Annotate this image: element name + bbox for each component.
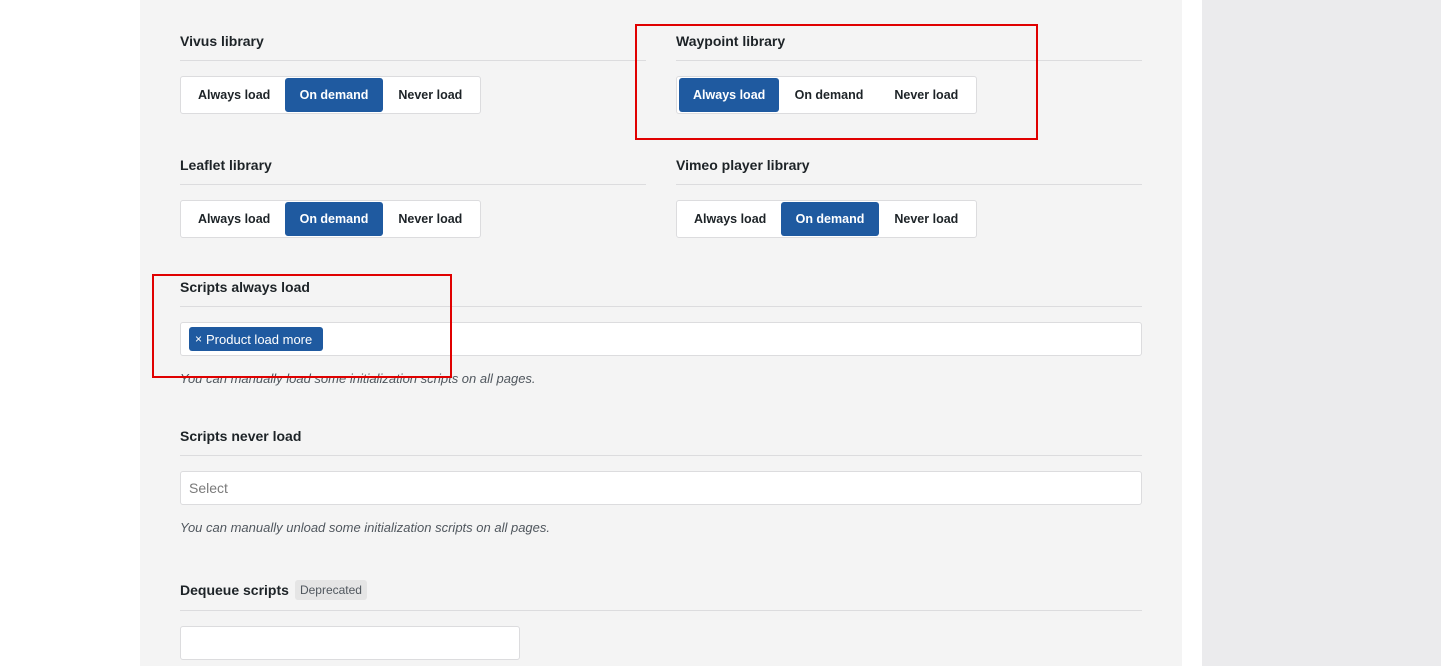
dequeue-scripts-title: Dequeue scripts Deprecated bbox=[180, 580, 367, 600]
leaflet-on-demand-button[interactable]: On demand bbox=[285, 202, 383, 236]
right-sidebar bbox=[1202, 0, 1441, 666]
waypoint-divider bbox=[676, 60, 1142, 61]
select-placeholder: Select bbox=[189, 480, 228, 496]
vivus-never-load-button[interactable]: Never load bbox=[383, 78, 478, 112]
dequeue-divider bbox=[180, 610, 1142, 611]
scripts-never-load-select[interactable]: Select bbox=[180, 471, 1142, 505]
scripts-never-load-title: Scripts never load bbox=[180, 428, 302, 444]
waypoint-always-load-button[interactable]: Always load bbox=[679, 78, 780, 112]
vivus-library-title: Vivus library bbox=[180, 33, 264, 49]
leaflet-never-load-button[interactable]: Never load bbox=[383, 202, 478, 236]
deprecated-badge: Deprecated bbox=[294, 580, 367, 600]
tag-label: Product load more bbox=[206, 331, 313, 347]
scripts-never-help-text: You can manually unload some initializat… bbox=[180, 520, 550, 535]
leaflet-divider bbox=[180, 184, 646, 185]
dequeue-scripts-label: Dequeue scripts bbox=[180, 582, 289, 598]
scripts-always-load-select[interactable]: × Product load more bbox=[180, 322, 1142, 356]
selected-tag: × Product load more bbox=[189, 327, 324, 351]
remove-tag-icon[interactable]: × bbox=[195, 332, 202, 346]
waypoint-load-toggle: Always load On demand Never load bbox=[676, 76, 977, 114]
vivus-always-load-button[interactable]: Always load bbox=[183, 78, 285, 112]
waypoint-on-demand-button[interactable]: On demand bbox=[779, 78, 878, 112]
scripts-always-load-title: Scripts always load bbox=[180, 279, 310, 295]
vimeo-divider bbox=[676, 184, 1142, 185]
vivus-divider bbox=[180, 60, 646, 61]
vimeo-never-load-button[interactable]: Never load bbox=[879, 202, 974, 236]
scripts-never-divider bbox=[180, 455, 1142, 456]
vimeo-always-load-button[interactable]: Always load bbox=[679, 202, 781, 236]
leaflet-always-load-button[interactable]: Always load bbox=[183, 202, 285, 236]
vivus-on-demand-button[interactable]: On demand bbox=[285, 78, 383, 112]
vimeo-load-toggle: Always load On demand Never load bbox=[676, 200, 977, 238]
vimeo-on-demand-button[interactable]: On demand bbox=[781, 202, 879, 236]
vimeo-library-title: Vimeo player library bbox=[676, 157, 810, 173]
leaflet-load-toggle: Always load On demand Never load bbox=[180, 200, 481, 238]
waypoint-library-title: Waypoint library bbox=[676, 33, 786, 49]
scripts-always-help-text: You can manually load some initializatio… bbox=[180, 371, 536, 386]
scripts-always-divider bbox=[180, 306, 1142, 307]
vivus-load-toggle: Always load On demand Never load bbox=[180, 76, 481, 114]
dequeue-scripts-input[interactable] bbox=[180, 626, 520, 660]
leaflet-library-title: Leaflet library bbox=[180, 157, 272, 173]
waypoint-never-load-button[interactable]: Never load bbox=[879, 78, 974, 112]
